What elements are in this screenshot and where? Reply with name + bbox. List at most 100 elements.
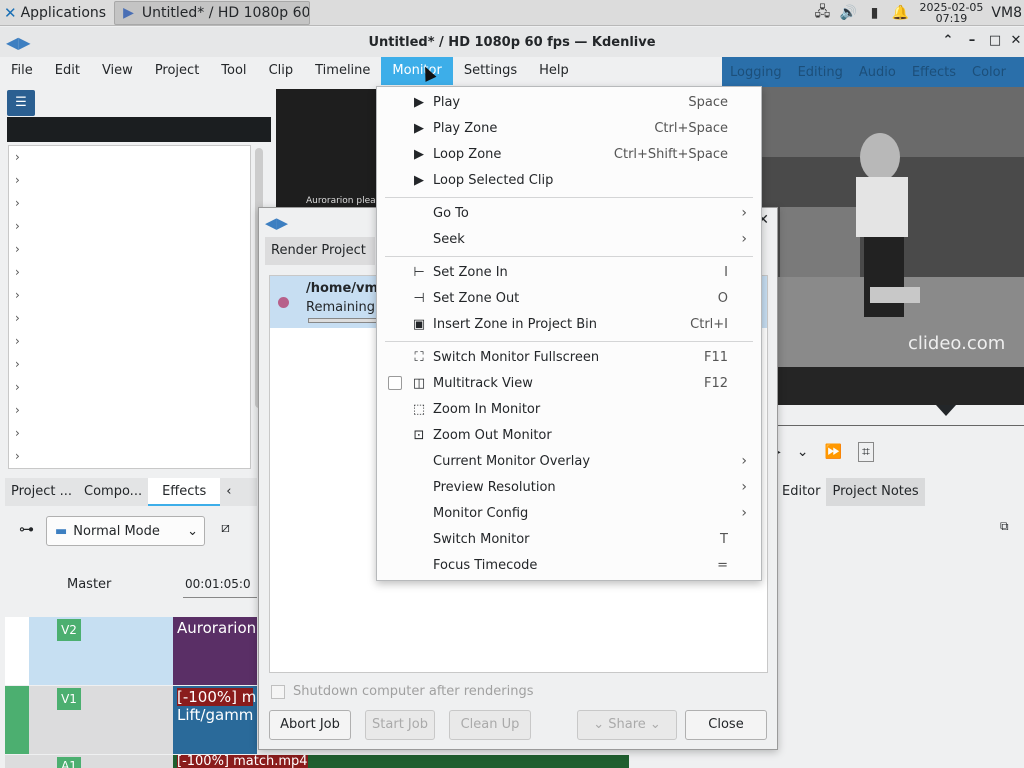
shutdown-checkbox[interactable] [271, 684, 285, 699]
clock[interactable]: 2025-02-05 07:19 [919, 2, 983, 24]
tree-item[interactable]: › [9, 330, 250, 353]
tree-item[interactable]: › [9, 422, 250, 445]
zone-crop-icon[interactable]: ⌗ [857, 442, 874, 462]
menu-view[interactable]: View [91, 57, 144, 85]
menu-item-insert-zone[interactable]: ▣ Insert Zone in Project Bin Ctrl+I [377, 311, 761, 337]
mixer-settings-icon[interactable]: ⊶ [19, 520, 34, 538]
tree-item[interactable]: › [9, 399, 250, 422]
menu-item-loop-zone[interactable]: ▶ Loop Zone Ctrl+Shift+Space [377, 141, 761, 167]
project-monitor-view[interactable]: clideo.com [760, 87, 1024, 405]
menu-item-set-zone-in[interactable]: ⊢ Set Zone In I [377, 259, 761, 285]
close-button[interactable]: Close [685, 710, 767, 740]
master-label: Master [67, 577, 112, 592]
effects-search-input[interactable] [7, 117, 271, 142]
menu-timeline[interactable]: Timeline [304, 57, 381, 85]
menu-project[interactable]: Project [144, 57, 210, 85]
clip-a1[interactable]: [-100%] match.mp4 [173, 755, 629, 768]
menu-item-zoom-in[interactable]: ⬚ Zoom In Monitor [377, 396, 761, 422]
menu-item-play[interactable]: ▶ Play Space [377, 89, 761, 115]
layout-logging[interactable]: Logging [722, 65, 790, 80]
menu-item-monitor-overlay[interactable]: Current Monitor Overlay › [377, 448, 761, 474]
share-button[interactable]: ⌄ Share ⌄ [577, 710, 677, 740]
tree-item[interactable]: › [9, 445, 250, 468]
track-a1[interactable]: A1 [5, 755, 173, 768]
menu-item-seek[interactable]: Seek › [377, 226, 761, 252]
tree-item[interactable]: › [9, 146, 250, 169]
tab-compositions[interactable]: Compo... [78, 478, 148, 506]
menu-item-multitrack-view[interactable]: ◫ Multitrack View F12 [377, 370, 761, 396]
shutdown-checkbox-row[interactable]: Shutdown computer after renderings [271, 684, 534, 699]
playhead-marker-icon[interactable] [936, 405, 956, 416]
layout-color[interactable]: Color [964, 65, 1014, 80]
menu-item-fullscreen[interactable]: ⛶ Switch Monitor Fullscreen F11 [377, 344, 761, 370]
spacer-tool-icon[interactable]: ⧄ [221, 520, 230, 536]
tree-item[interactable]: › [9, 261, 250, 284]
tree-item[interactable]: › [9, 238, 250, 261]
start-job-button[interactable]: Start Job [365, 710, 435, 740]
tab-project-notes[interactable]: Project Notes [826, 478, 925, 506]
menu-item-monitor-config[interactable]: Monitor Config › [377, 500, 761, 526]
keep-above-icon[interactable]: ⌃ [940, 33, 956, 48]
menu-item-loop-selected-clip[interactable]: ▶ Loop Selected Clip [377, 167, 761, 193]
copy-icon[interactable]: ⧉ [1000, 519, 1009, 534]
applications-menu[interactable]: ✕ Applications [0, 0, 110, 26]
abort-job-button[interactable]: Abort Job [269, 710, 351, 740]
list-view-icon[interactable]: ☰ [7, 90, 35, 116]
menu-item-focus-timecode[interactable]: Focus Timecode = [377, 552, 761, 578]
menu-item-zoom-out[interactable]: ⊡ Zoom Out Monitor [377, 422, 761, 448]
menu-file[interactable]: File [0, 57, 44, 85]
multitrack-checkbox[interactable] [388, 376, 402, 390]
menu-monitor[interactable]: Monitor [381, 57, 453, 85]
tree-item[interactable]: › [9, 307, 250, 330]
menu-tool[interactable]: Tool [210, 57, 257, 85]
tree-item[interactable]: › [9, 192, 250, 215]
track-v1[interactable]: V1 [5, 686, 173, 754]
tree-item[interactable]: › [9, 284, 250, 307]
menu-item-go-to[interactable]: Go To › [377, 200, 761, 226]
clip-v2[interactable]: Aurorarion [173, 617, 257, 685]
close-window-icon[interactable]: ✕ [1008, 33, 1024, 48]
tree-item[interactable]: › [9, 376, 250, 399]
timeline-ruler[interactable] [183, 597, 257, 598]
insert-zone-icon: ▣ [412, 316, 426, 332]
tab-project-bin[interactable]: Project ... [5, 478, 78, 506]
tree-item[interactable]: › [9, 169, 250, 192]
edit-mode-select[interactable]: ▬ Normal Mode ⌄ [46, 516, 205, 546]
menu-item-label: Go To [433, 205, 469, 221]
menu-item-set-zone-out[interactable]: ⊣ Set Zone Out O [377, 285, 761, 311]
menu-edit[interactable]: Edit [44, 57, 91, 85]
clean-up-button[interactable]: Clean Up [449, 710, 531, 740]
layout-editing[interactable]: Editing [790, 65, 851, 80]
clip-v1[interactable]: [-100%] m Lift/gamm [173, 686, 257, 754]
tree-item[interactable]: › [9, 353, 250, 376]
notification-bell-icon[interactable]: 🔔 [887, 5, 913, 21]
tab-effects[interactable]: Effects [148, 478, 221, 506]
taskbar-window-button[interactable]: ▶ Untitled* / HD 1080p 60... [114, 0, 311, 25]
battery-icon[interactable]: ▮ [861, 5, 887, 21]
menu-settings[interactable]: Settings [453, 57, 528, 85]
menu-item-switch-monitor[interactable]: Switch Monitor T [377, 526, 761, 552]
menu-item-label: Focus Timecode [433, 557, 538, 573]
menu-item-preview-resolution[interactable]: Preview Resolution › [377, 474, 761, 500]
layout-audio[interactable]: Audio [851, 65, 904, 80]
tab-editor[interactable]: Editor [776, 478, 826, 506]
menu-help[interactable]: Help [528, 57, 580, 85]
track-v2[interactable]: V2 [5, 617, 173, 685]
network-icon[interactable]: 🖧 [809, 1, 835, 25]
menu-item-play-zone[interactable]: ▶ Play Zone Ctrl+Space [377, 115, 761, 141]
tab-render-project[interactable]: Render Project [265, 237, 375, 265]
minimize-icon[interactable]: – [964, 33, 980, 48]
tree-item[interactable]: › [9, 215, 250, 238]
monitor-ruler[interactable] [762, 405, 1024, 433]
volume-icon[interactable]: 🔊 [835, 5, 861, 21]
zoom-in-icon: ⬚ [412, 401, 426, 417]
play-options-chevron-icon[interactable]: ⌄ [797, 444, 809, 460]
maximize-icon[interactable]: □ [987, 33, 1003, 48]
clip-a1-title: [-100%] match.mp4 [177, 755, 308, 768]
tab-scroll-left-icon[interactable]: ‹ [220, 478, 237, 506]
layout-effects[interactable]: Effects [904, 65, 964, 80]
menu-item-label: Zoom Out Monitor [433, 427, 552, 443]
clip-monitor-view[interactable]: Aurorarion plea [276, 89, 376, 207]
fast-forward-icon[interactable]: ⏩ [825, 444, 842, 460]
menu-clip[interactable]: Clip [258, 57, 305, 85]
